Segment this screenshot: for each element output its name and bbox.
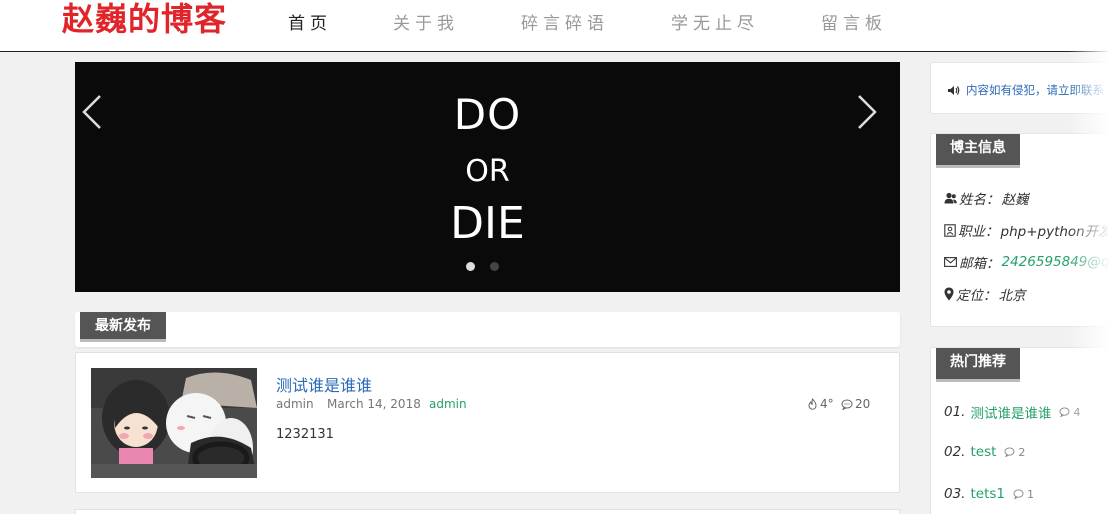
speaker-icon	[948, 85, 960, 95]
envelope-icon	[944, 257, 957, 267]
article-card: 测试谁是谁谁 admin March 14, 2018 admin 4° 20 …	[75, 352, 900, 493]
carousel-next-icon[interactable]	[855, 92, 879, 132]
blogger-email[interactable]: 2426595849@qq.	[1002, 254, 1108, 270]
hot-item-number: 02.	[944, 444, 966, 460]
hot-panel: 热门推荐 01. 测试谁是谁谁 4 02. test 2 03. tets1 1	[930, 347, 1108, 514]
hot-item: 01. 测试谁是谁谁 4	[944, 402, 1080, 422]
id-card-icon	[944, 223, 956, 237]
article-excerpt: 1232131	[276, 427, 334, 442]
hot-item: 03. tets1 1	[944, 486, 1034, 502]
blogger-name-label: 姓名：	[959, 192, 1000, 208]
comment-icon	[841, 399, 853, 410]
hot-item-comment-count: 1	[1027, 487, 1034, 501]
site-logo[interactable]: 赵巍的博客	[62, 0, 227, 38]
hot-item-comments: 2	[1004, 446, 1025, 459]
blogger-info-title: 博主信息	[936, 134, 1020, 168]
nav-learning[interactable]: 学无止尽	[671, 9, 759, 34]
article-thumbnail[interactable]	[91, 368, 257, 478]
article-title[interactable]: 测试谁是谁谁	[276, 372, 372, 396]
latest-section-title: 最新发布	[80, 312, 166, 342]
latest-section-header: 最新发布	[75, 312, 900, 347]
article-author: admin	[276, 397, 314, 411]
article-comments-count: 20	[855, 397, 871, 411]
article-views-count: 4°	[820, 397, 834, 411]
blogger-job-row: 职业： php+python开发	[944, 220, 1108, 240]
blogger-job: php+python开发	[1000, 224, 1108, 240]
article-views: 4°	[807, 397, 834, 411]
blogger-job-label: 职业：	[958, 224, 999, 240]
carousel-dot-1[interactable]	[466, 262, 475, 271]
banner-carousel[interactable]: DO OR DIE	[75, 62, 900, 292]
article-category[interactable]: admin	[429, 397, 467, 411]
comment-icon	[1059, 407, 1070, 417]
hot-item: 02. test 2	[944, 444, 1025, 460]
hot-title: 热门推荐	[936, 348, 1020, 382]
hot-item-title[interactable]: test	[970, 444, 996, 460]
blogger-info-panel: 博主信息 姓名： 赵巍 职业： php+python开发 邮箱： 2426595…	[930, 133, 1108, 327]
nav-about[interactable]: 关于我	[393, 9, 459, 34]
hot-item-number: 01.	[944, 404, 966, 420]
hot-item-title[interactable]: 测试谁是谁谁	[970, 402, 1051, 422]
hot-item-comment-count: 4	[1073, 405, 1081, 419]
fire-icon	[808, 398, 817, 410]
blogger-name: 赵巍	[1001, 192, 1029, 208]
blogger-email-label: 邮箱：	[959, 256, 1000, 272]
nav-guestbook[interactable]: 留言板	[821, 9, 887, 34]
hot-item-comments: 4	[1059, 406, 1080, 419]
carousel-dot-2[interactable]	[490, 262, 499, 271]
article-card-next	[75, 509, 900, 514]
blogger-location: 北京	[998, 288, 1026, 304]
users-icon	[944, 192, 957, 204]
banner-text-or: OR	[465, 154, 510, 189]
nav-notes[interactable]: 碎言碎语	[521, 9, 609, 34]
hot-item-title[interactable]: tets1	[970, 486, 1005, 502]
article-date: March 14, 2018	[327, 397, 421, 411]
hot-item-comments: 1	[1013, 488, 1034, 501]
hot-item-comment-count: 2	[1018, 445, 1026, 459]
notice-box: 内容如有侵犯，请立即联系	[930, 62, 1108, 114]
banner-text-do: DO	[453, 90, 522, 139]
nav-home[interactable]: 首页	[288, 9, 332, 34]
notice-text: 内容如有侵犯，请立即联系	[947, 82, 1104, 98]
notice-message[interactable]: 内容如有侵犯，请立即联系	[966, 82, 1104, 98]
comment-icon	[1013, 489, 1024, 499]
carousel-prev-icon[interactable]	[80, 92, 104, 132]
map-marker-icon	[944, 287, 954, 301]
banner-text-die: DIE	[450, 198, 525, 249]
blogger-location-label: 定位：	[956, 288, 997, 304]
article-comments: 20	[841, 397, 870, 411]
blogger-location-row: 定位： 北京	[944, 284, 1026, 304]
site-header: 赵巍的博客 首页 关于我 碎言碎语 学无止尽 留言板	[0, 0, 1108, 52]
blogger-email-row: 邮箱： 2426595849@qq.	[944, 252, 1108, 272]
blogger-name-row: 姓名： 赵巍	[944, 188, 1029, 208]
hot-item-number: 03.	[944, 486, 966, 502]
comment-icon	[1004, 447, 1015, 457]
